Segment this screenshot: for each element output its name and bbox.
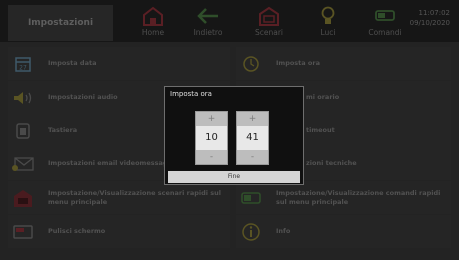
hours-value[interactable]: 10 [196,126,227,150]
scenarios-label: Scenari [254,28,283,37]
hours-decrement-button[interactable]: - [196,150,227,164]
back-label: Indietro [193,28,223,37]
speaker-icon [14,91,32,104]
quick-scenarios-label: Impostazione/Visualizzazione scenari rap… [48,188,221,206]
home-icon [143,6,163,26]
hours-increment-button[interactable]: + [196,112,227,126]
clock-date: 09/10/2020 [409,19,450,27]
set-date-label: Imposta data [48,59,97,67]
lights-button[interactable]: Luci [303,6,353,40]
clock-time: 11:07:02 [418,9,450,17]
email-videomessages-label: Impostazioni email videomessaggi [48,159,175,167]
set-date-item[interactable]: 27 Imposta data [8,47,230,80]
minutes-increment-button[interactable]: + [237,112,268,126]
commands-label: Comandi [368,28,402,37]
screen-icon [13,224,33,239]
lights-label: Luci [320,28,336,37]
scenarios-button[interactable]: Scenari [244,6,294,40]
back-button[interactable]: Indietro [183,6,233,40]
home-button[interactable]: Home [128,6,178,40]
audio-settings-label: Impostazioni audio [48,93,118,101]
quick-scenarios-item[interactable]: Impostazione/Visualizzazione scenari rap… [8,181,230,214]
keypad-label: Tastiera [48,126,78,134]
clean-screen-item[interactable]: Pulisci schermo [8,215,230,248]
envelope-icon [12,156,34,171]
set-time-dialog: Imposta ora + 10 - + 41 - Fine [164,86,304,185]
set-time-label: Imposta ora [276,59,320,67]
minutes-value[interactable]: 41 [237,126,268,150]
scenarios-icon [259,6,279,26]
bulb-icon [321,6,335,24]
calendar-icon: 27 [15,56,31,72]
hours-spinner: + 10 - [195,111,228,165]
confirm-button[interactable]: Fine [168,171,300,183]
minutes-spinner: + 41 - [236,111,269,165]
page-title: Impostazioni [27,18,94,28]
svg-text:27: 27 [19,64,27,71]
clock: 11:07:02 09/10/2020 [410,8,450,28]
quick-commands-item[interactable]: Impostazione/Visualizzazione comandi rap… [236,181,451,214]
clean-screen-label: Pulisci schermo [48,227,106,235]
info-item[interactable]: Info [236,215,451,248]
minutes-decrement-button[interactable]: - [237,150,268,164]
commands-button[interactable]: Comandi [360,6,410,40]
dialog-title: Imposta ora [170,90,212,98]
commands-icon [375,10,395,21]
scenarios-icon [14,189,32,207]
back-arrow-icon [197,8,218,24]
commands-icon [241,191,261,204]
set-time-item[interactable]: Imposta ora [236,47,451,80]
page-title-block: Impostazioni [8,5,113,41]
home-label: Home [141,28,165,37]
info-icon [242,222,260,241]
info-label: Info [276,227,291,235]
keypad-icon [16,122,30,139]
clock-icon [243,55,259,72]
quick-commands-label: Impostazione/Visualizzazione comandi rap… [276,188,441,206]
top-bar: Impostazioni Home Indietro Scenari Luci [0,0,459,42]
